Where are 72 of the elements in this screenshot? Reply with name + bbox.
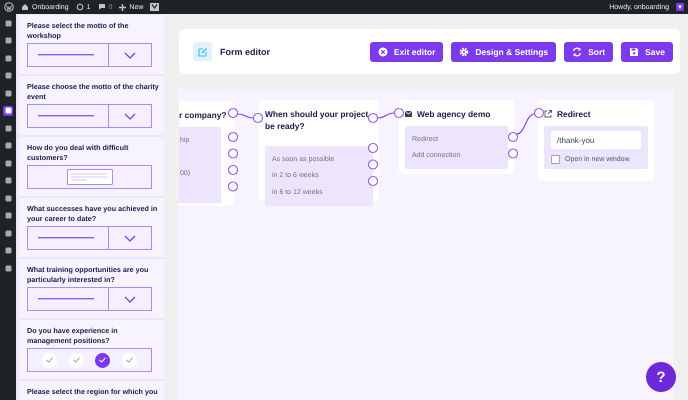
plus-icon: [119, 4, 126, 10]
sync-icon: [572, 46, 582, 56]
connector-handle[interactable]: [228, 181, 238, 192]
connector-handle[interactable]: [228, 164, 238, 176]
choice-option[interactable]: [68, 352, 84, 368]
check-icon: [46, 357, 53, 363]
menu-item-icon[interactable]: [3, 228, 13, 238]
chevron-down-icon: [124, 296, 136, 302]
chevron-down-icon: [124, 234, 136, 242]
choice-option[interactable]: [95, 352, 110, 368]
connector-handle[interactable]: [394, 108, 404, 118]
menu-item-icon[interactable]: [3, 70, 13, 80]
chevron-down-icon: [124, 52, 136, 58]
comment-icon: [98, 3, 106, 11]
check-icon: [72, 357, 80, 363]
exit-button[interactable]: Exit editor: [370, 42, 444, 62]
avatar-icon: [676, 3, 684, 11]
connector-handle[interactable]: [508, 132, 518, 142]
node-title: Redirect: [557, 108, 591, 120]
menu-item-icon[interactable]: [3, 193, 13, 203]
connector-handle[interactable]: [368, 142, 378, 154]
menu-item-icon[interactable]: [3, 158, 13, 168]
check-icon: [126, 357, 134, 363]
connector-handle[interactable]: [228, 148, 238, 159]
menu-item-icon[interactable]: [3, 53, 13, 63]
choice-option[interactable]: [42, 352, 57, 368]
editor-title: Form editor: [220, 46, 272, 56]
choice-option[interactable]: [122, 352, 138, 368]
node-title: Web agency demo: [417, 108, 490, 120]
connector-handle[interactable]: [252, 112, 264, 124]
envelope-icon: [405, 111, 412, 117]
menu-item-icon[interactable]: [3, 88, 13, 98]
connection-line: [516, 113, 535, 135]
close-circle-icon: [378, 46, 388, 56]
connector-handle[interactable]: [508, 148, 518, 159]
url-field[interactable]: /thank-you: [551, 131, 641, 149]
line-icon: [38, 298, 94, 300]
connector-handle[interactable]: [368, 159, 378, 170]
home-icon: [21, 3, 29, 11]
external-link-icon: [544, 110, 552, 118]
save-button[interactable]: Save: [621, 42, 673, 62]
menu-item-icon[interactable]: [3, 246, 13, 256]
connector-handle[interactable]: [368, 176, 378, 186]
sort-button[interactable]: Sort: [564, 42, 614, 62]
menu-item-icon[interactable]: [3, 36, 13, 46]
settings-button[interactable]: Design & Settings: [451, 42, 556, 62]
node-title: r company?: [179, 109, 226, 121]
edit-icon: [193, 42, 212, 61]
menu-item-icon[interactable]: [3, 263, 13, 273]
line-icon: [38, 237, 94, 239]
refresh-icon: [76, 3, 84, 11]
menu-item-icon[interactable]: [3, 140, 13, 150]
menu-item-icon[interactable]: [3, 210, 13, 220]
connector-handle[interactable]: [228, 108, 238, 118]
chevron-down-icon: [124, 112, 136, 120]
wordpress-logo-icon: [4, 2, 14, 12]
menu-item-icon[interactable]: [3, 106, 13, 116]
connection-line: [237, 113, 254, 119]
node-title: When should your project be ready?: [265, 108, 370, 132]
line-icon: [38, 115, 94, 117]
menu-item-icon[interactable]: [3, 18, 13, 28]
connection-line: [377, 112, 395, 119]
gear-icon: [459, 46, 470, 56]
connector-handle[interactable]: [228, 132, 238, 142]
checkbox[interactable]: [551, 155, 560, 164]
line-icon: [38, 54, 94, 56]
check-icon: [99, 357, 106, 363]
menu-item-icon[interactable]: [3, 176, 13, 186]
connector-handle[interactable]: [368, 112, 378, 124]
menu-item-icon[interactable]: [3, 123, 13, 133]
text-area-icon: [66, 169, 112, 185]
connector-handle[interactable]: [534, 108, 544, 118]
